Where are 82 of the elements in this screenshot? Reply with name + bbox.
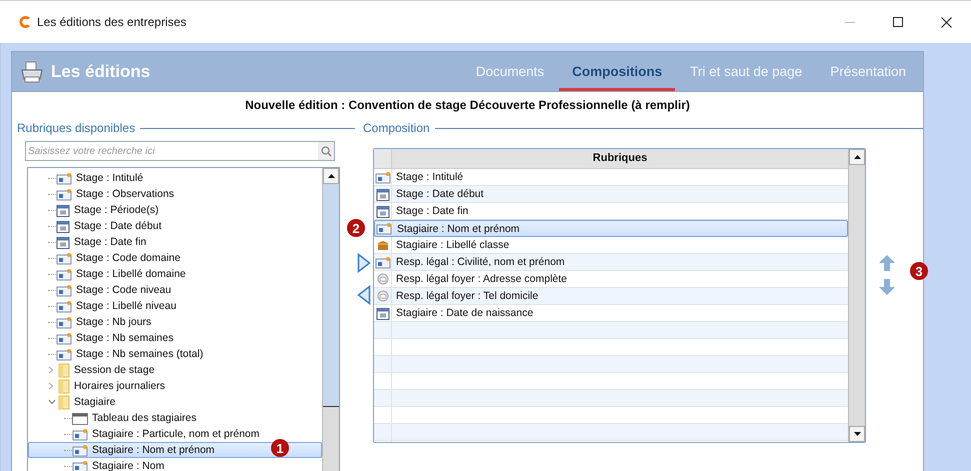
field-card-icon	[56, 300, 72, 312]
tree-item[interactable]: Stage : Code niveau	[28, 282, 322, 298]
scrollbar[interactable]	[322, 168, 339, 471]
field-card-icon	[56, 316, 72, 328]
tree-item[interactable]: Stage : Intitulé	[28, 170, 322, 186]
grid-row[interactable]: Resp. légal foyer : Tel domicile	[374, 288, 848, 305]
tree-item[interactable]: Stage : Observations	[28, 186, 322, 202]
calendar-icon	[56, 236, 70, 248]
field-card-icon	[374, 256, 390, 268]
field-card-icon	[56, 348, 72, 360]
move-down-arrow-icon[interactable]	[878, 278, 896, 296]
tree-item[interactable]: Stage : Code domaine	[28, 250, 322, 266]
field-card-icon	[72, 428, 88, 440]
edition-title: Nouvelle édition : Convention de stage Découverte Professionnelle (à remplir)	[244, 97, 691, 114]
field-card-icon	[56, 284, 72, 296]
close-icon	[940, 16, 952, 28]
grid-row[interactable]: Stagiaire : Date de naissance	[374, 305, 848, 322]
tree-item[interactable]: Stage : Date début	[28, 218, 322, 234]
window-title: Les éditions des entreprises	[37, 15, 188, 29]
folder-icon	[58, 394, 70, 410]
tree-item[interactable]: Tableau des stagiaires	[28, 410, 322, 426]
move-up-arrow-icon[interactable]	[878, 254, 896, 272]
add-arrow-icon[interactable]	[357, 253, 371, 273]
maximize-icon	[893, 17, 903, 27]
column-header: Rubriques	[592, 151, 648, 166]
app-logo-icon	[18, 15, 31, 29]
caret-icon	[854, 155, 860, 159]
field-card-icon	[56, 188, 72, 200]
tree-item[interactable]: Stage : Nb semaines	[28, 330, 322, 346]
tree-item[interactable]: Stagiaire : Particule, nom et prénom	[28, 426, 322, 442]
caret-icon	[328, 174, 334, 178]
scrollbar[interactable]	[848, 149, 865, 442]
field-card-icon	[72, 444, 88, 456]
grid-row[interactable]: Resp. légal foyer : Adresse complète	[374, 271, 848, 288]
calendar-icon	[56, 220, 70, 232]
calendar-icon	[376, 306, 390, 320]
calendar-icon	[376, 204, 390, 218]
scroll-up-button[interactable]	[323, 168, 339, 184]
grid-row[interactable]: Resp. légal : Civilité, nom et prénom	[374, 254, 848, 271]
collapse-chevron-icon[interactable]	[48, 399, 56, 405]
tree-item[interactable]: Stage : Nb semaines (total)	[28, 346, 322, 362]
envelope-disc-icon	[376, 273, 388, 285]
scroll-up-button[interactable]	[849, 149, 865, 165]
printer-icon	[20, 60, 44, 82]
field-card-icon	[56, 252, 72, 264]
scroll-down-button[interactable]	[849, 426, 865, 442]
field-card-icon	[376, 222, 392, 235]
grid-row[interactable]: Stagiaire : Libellé classe	[374, 237, 848, 254]
tree-item[interactable]: Stagiaire : Nom	[28, 458, 322, 471]
table-icon	[72, 412, 88, 424]
remove-arrow-icon[interactable]	[357, 285, 371, 305]
section-legend: Rubriques disponibles	[17, 121, 136, 135]
box-icon	[376, 240, 388, 250]
callout-badge: 1	[271, 439, 289, 457]
field-card-icon	[56, 332, 72, 344]
tree-item[interactable]: Session de stage	[28, 362, 322, 378]
field-card-icon	[56, 268, 72, 280]
grid-row[interactable]: Stage : Date début	[374, 186, 848, 203]
calendar-icon	[56, 204, 70, 216]
tree-item[interactable]: Stage : Libellé domaine	[28, 266, 322, 282]
field-card-icon	[72, 460, 88, 471]
tab[interactable]: Compositions	[559, 52, 676, 91]
tree-item[interactable]: Stage : Période(s)	[28, 202, 322, 218]
grid-row[interactable]: Stagiaire : Nom et prénom	[374, 220, 848, 237]
folder-icon	[58, 378, 70, 394]
calendar-icon	[376, 188, 390, 200]
grid-row[interactable]: Stage : Date fin	[374, 203, 848, 220]
callout-badge: 3	[910, 262, 928, 280]
grid-row[interactable]: Stage : Intitulé	[374, 169, 848, 186]
field-card-icon	[374, 170, 390, 184]
tree-item[interactable]: Horaires journaliers	[28, 378, 322, 394]
field-card-icon	[56, 172, 72, 184]
tree-item[interactable]: Stage : Date fin	[28, 234, 322, 250]
page-title: Les éditions	[51, 62, 152, 82]
section-legend: Composition	[363, 121, 430, 135]
envelope-disc-icon	[376, 290, 388, 302]
tree-item[interactable]: Stagiaire	[28, 394, 322, 410]
callout-badge: 2	[347, 219, 365, 237]
folder-icon	[58, 362, 70, 378]
tree-item[interactable]: Stage : Libellé niveau	[28, 298, 322, 314]
caret-icon	[854, 432, 860, 436]
tree-item[interactable]: Stage : Nb jours	[28, 314, 322, 330]
